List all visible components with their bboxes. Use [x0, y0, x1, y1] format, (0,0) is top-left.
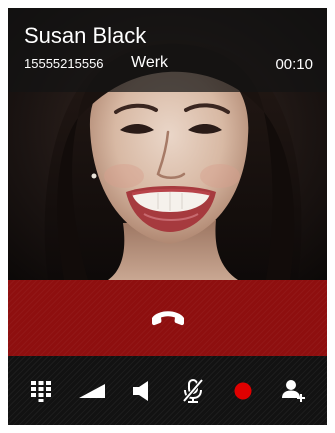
caller-number: 15555215556	[24, 56, 104, 71]
speaker-icon	[133, 380, 149, 401]
dialpad-button[interactable]	[24, 374, 58, 408]
hang-up-icon	[152, 311, 184, 326]
call-screen: Susan Black 15555215556 Werk 00:10	[8, 8, 327, 425]
volume-button[interactable]	[75, 374, 109, 408]
call-duration: 00:10	[275, 56, 313, 73]
caller-info-header: Susan Black 15555215556 Werk 00:10	[8, 8, 327, 92]
caller-number-label: Werk	[131, 54, 169, 71]
volume-level-icon	[78, 383, 105, 398]
add-contact-button[interactable]	[277, 374, 311, 408]
caller-name: Susan Black	[24, 23, 147, 48]
speaker-button[interactable]	[125, 374, 159, 408]
record-button[interactable]	[226, 374, 260, 408]
end-call-button[interactable]	[8, 280, 327, 356]
call-controls-toolbar	[8, 356, 327, 425]
mute-button[interactable]	[176, 374, 210, 408]
mic-muted-icon	[182, 378, 204, 403]
add-person-icon	[281, 379, 305, 402]
dialpad-icon	[31, 380, 52, 402]
record-icon	[234, 382, 252, 399]
